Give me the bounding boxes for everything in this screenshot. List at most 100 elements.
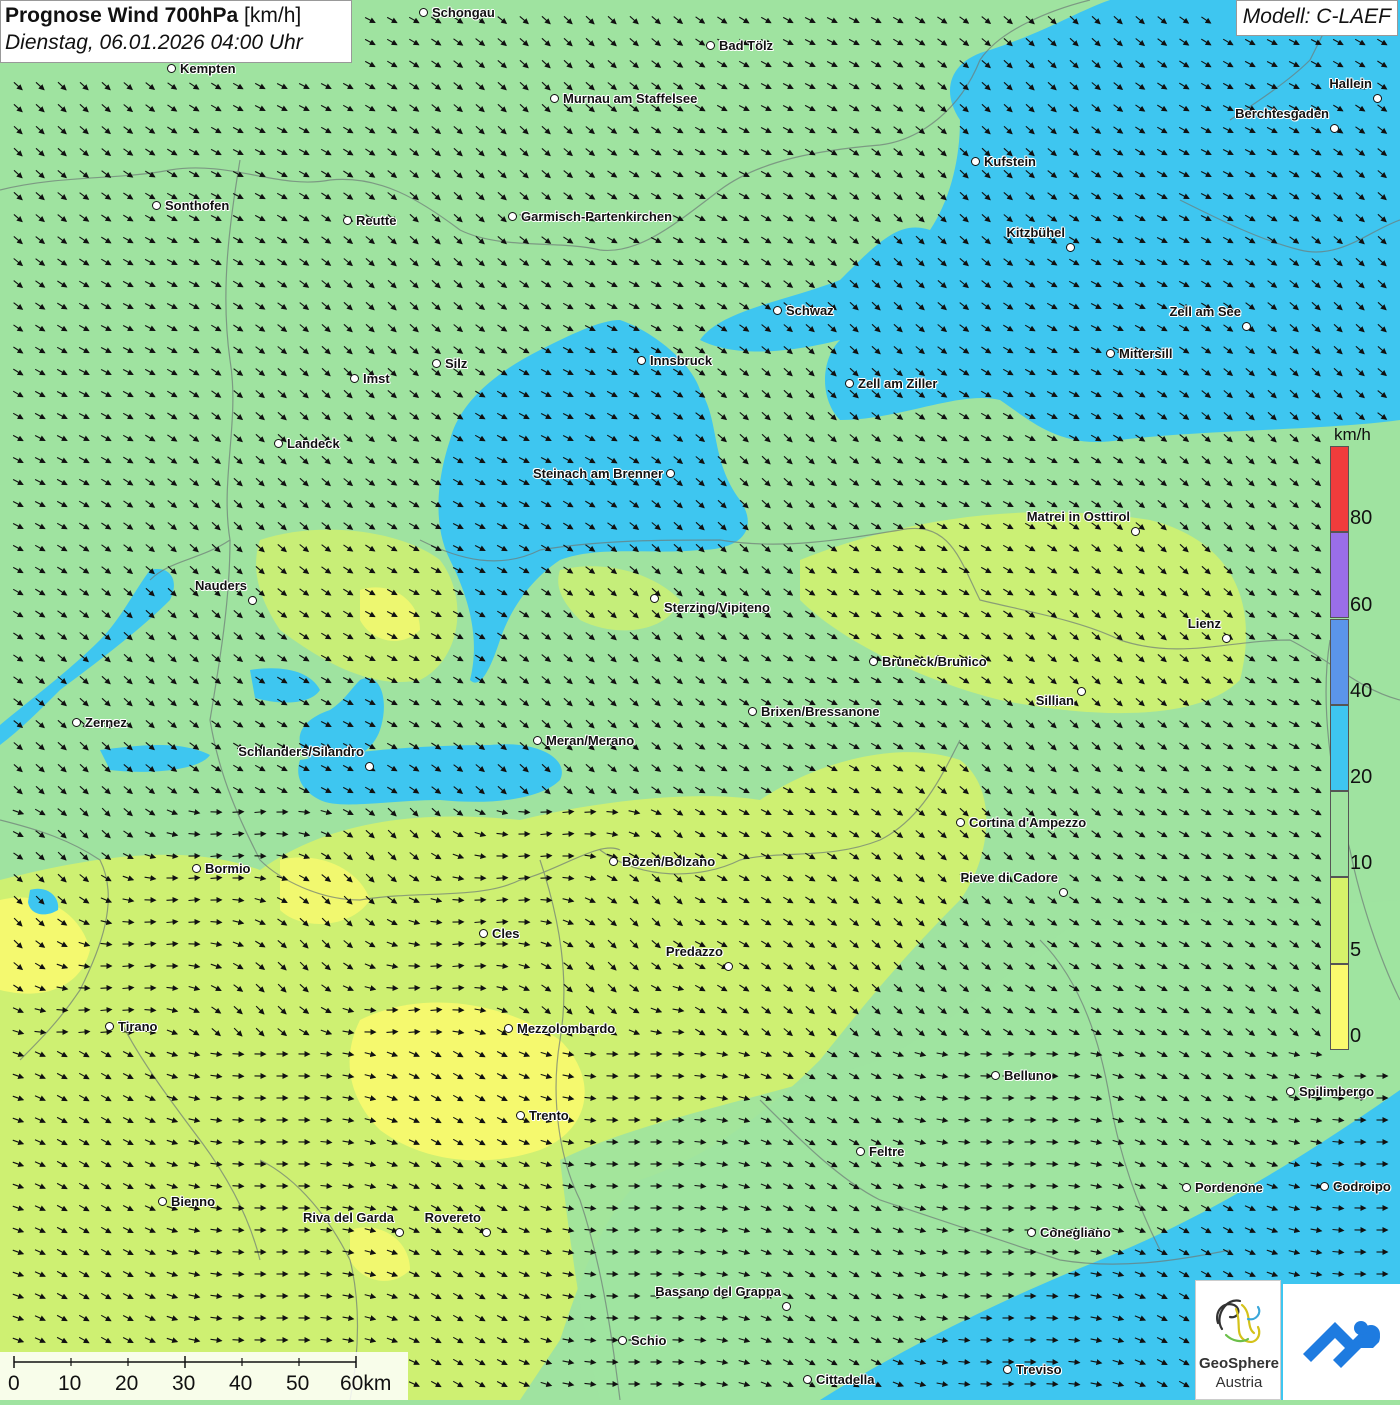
city-marker-icon: [550, 94, 559, 103]
scale-tick: 20: [115, 1372, 138, 1396]
city-label: Silz: [445, 356, 467, 371]
city-marker-icon: [1131, 527, 1140, 536]
city-marker-icon: [432, 359, 441, 368]
legend-color-bin: [1330, 532, 1349, 618]
city-marker-icon: [533, 736, 542, 745]
wind-arrow: [1047, 1098, 1058, 1099]
legend-color-bin: [1330, 446, 1349, 532]
city-marker-icon: [706, 41, 715, 50]
city-label: Bassano del Grappa: [655, 1284, 781, 1299]
city-marker-icon: [504, 1024, 513, 1033]
cloud-arrow-icon: [1283, 1284, 1400, 1400]
city-marker-icon: [1286, 1087, 1295, 1096]
wind-arrow: [189, 922, 200, 923]
model-label: Modell: C-LAEF: [1236, 0, 1398, 36]
city-marker-icon: [773, 306, 782, 315]
city-label: Garmisch-Partenkirchen: [521, 209, 672, 224]
wind-arrow: [1047, 1120, 1058, 1121]
map-title-main: Prognose Wind 700hPa: [5, 4, 238, 27]
city-label: Hallein: [1329, 76, 1372, 91]
wind-arrow: [1047, 1252, 1058, 1253]
city-marker-icon: [1330, 124, 1339, 133]
city-label: Cortina d'Ampezzo: [969, 815, 1086, 830]
geosphere-logo[interactable]: GeoSphere Austria: [1195, 1280, 1281, 1400]
city-marker-icon: [1320, 1182, 1329, 1191]
city-label: Schongau: [432, 5, 495, 20]
wind-arrow: [167, 900, 178, 901]
wind-arrow: [1047, 1274, 1058, 1275]
legend-color-bin: [1330, 705, 1349, 791]
wind-arrow: [585, 812, 596, 813]
city-marker-icon: [1003, 1365, 1012, 1374]
city-label: Meran/Merano: [546, 733, 634, 748]
wind-arrow: [233, 1296, 244, 1297]
scale-tick: 40: [229, 1372, 252, 1396]
city-marker-icon: [516, 1111, 525, 1120]
wind-arrow: [233, 1120, 244, 1121]
city-marker-icon: [343, 216, 352, 225]
city-marker-icon: [482, 1228, 491, 1237]
city-label: Zernez: [85, 715, 127, 730]
city-label: Bormio: [205, 861, 251, 876]
city-label: Bruneck/Brunico: [882, 654, 987, 669]
city-label: Cittadella: [816, 1372, 875, 1387]
wind-arrow: [233, 1274, 244, 1275]
weather-app-logo[interactable]: [1283, 1284, 1400, 1400]
city-marker-icon: [956, 818, 965, 827]
city-marker-icon: [748, 707, 757, 716]
city-label: Codroipo: [1333, 1179, 1391, 1194]
wind-arrow: [1047, 1054, 1058, 1055]
city-label: Murnau am Staffelsee: [563, 91, 697, 106]
scale-tick: 50: [286, 1372, 309, 1396]
wind-arrow: [233, 1318, 244, 1319]
city-label: Pieve di Cadore: [960, 870, 1058, 885]
city-marker-icon: [1059, 888, 1068, 897]
legend-color-bin: [1330, 877, 1349, 963]
city-label: Steinach am Brenner: [533, 466, 663, 481]
city-marker-icon: [869, 657, 878, 666]
city-marker-icon: [1242, 322, 1251, 331]
city-marker-icon: [508, 212, 517, 221]
city-marker-icon: [1027, 1228, 1036, 1237]
city-label: Zell am Ziller: [858, 376, 937, 391]
wind-arrow: [255, 834, 266, 835]
wind-arrow: [101, 988, 112, 989]
legend-label: 10: [1350, 852, 1372, 875]
title-box: Prognose Wind 700hPa [km/h] Dienstag, 06…: [0, 0, 352, 63]
map-title: Prognose Wind 700hPa [km/h]: [5, 4, 347, 28]
city-label: Mezzolombardo: [517, 1021, 615, 1036]
scale-tick: 10: [58, 1372, 81, 1396]
city-marker-icon: [724, 962, 733, 971]
wind-arrow: [233, 1186, 244, 1187]
city-label: Imst: [363, 371, 390, 386]
scale-tick: 0: [8, 1372, 20, 1396]
city-marker-icon: [856, 1147, 865, 1156]
city-label: Tirano: [118, 1019, 158, 1034]
wind-arrow: [673, 1032, 684, 1033]
city-label: Cles: [492, 926, 519, 941]
wind-arrow: [233, 1340, 244, 1341]
city-marker-icon: [167, 64, 176, 73]
city-marker-icon: [803, 1375, 812, 1384]
city-label: Pordenone: [1195, 1180, 1263, 1195]
legend-unit: km/h: [1334, 425, 1371, 445]
city-marker-icon: [72, 718, 81, 727]
city-label: Schio: [631, 1333, 666, 1348]
wind-arrow: [1047, 1384, 1058, 1385]
wind-arrow: [123, 1010, 134, 1011]
legend-label: 80: [1350, 507, 1372, 530]
legend-color-bin: [1330, 791, 1349, 877]
wind-arrow: [233, 812, 244, 813]
city-marker-icon: [350, 374, 359, 383]
city-label: Treviso: [1016, 1362, 1062, 1377]
city-marker-icon: [1106, 349, 1115, 358]
city-label: Mittersill: [1119, 346, 1172, 361]
wind-arrow: [1047, 1340, 1058, 1341]
geosphere-logo-name: GeoSphere: [1196, 1355, 1282, 1372]
city-label: Belluno: [1004, 1068, 1052, 1083]
city-label: Reutte: [356, 213, 396, 228]
city-label: Lienz: [1188, 616, 1221, 631]
wind-arrow: [233, 1098, 244, 1099]
city-label: Schwaz: [786, 303, 834, 318]
city-label: Feltre: [869, 1144, 904, 1159]
